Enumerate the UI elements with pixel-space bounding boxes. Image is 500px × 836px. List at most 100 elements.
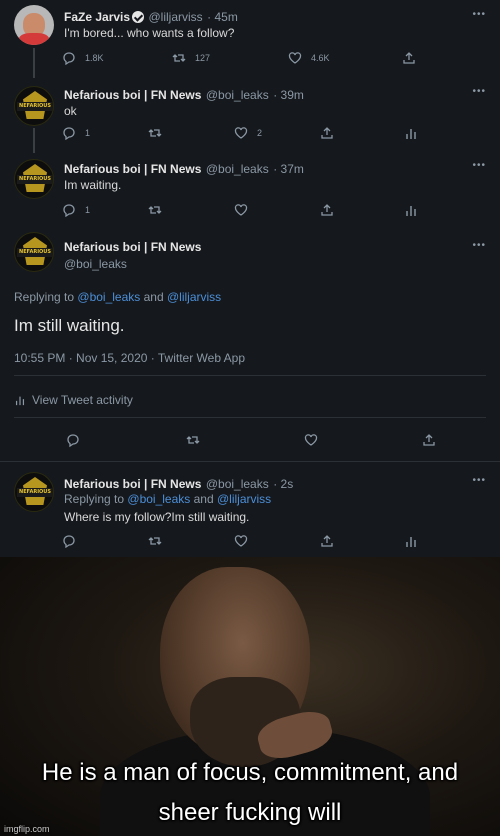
tweet-time[interactable]: · 37m xyxy=(273,162,304,176)
analytics-button[interactable] xyxy=(404,126,418,140)
retweet-button[interactable]: 127 xyxy=(172,51,210,65)
more-options-icon[interactable]: ••• xyxy=(472,86,486,97)
like-button[interactable] xyxy=(234,203,248,217)
retweet-icon xyxy=(148,203,162,217)
analytics-button[interactable] xyxy=(404,534,418,548)
tweet-actions: 1 2 xyxy=(62,126,482,142)
author-name[interactable]: Nefarious boi | FN News xyxy=(64,162,201,176)
meme-caption-line2: sheer fucking will xyxy=(158,799,342,826)
avatar-tag: NEFARIOUS xyxy=(17,248,53,257)
heart-icon xyxy=(234,126,248,140)
more-options-icon[interactable]: ••• xyxy=(472,475,486,486)
tweet-actions xyxy=(66,433,446,449)
author-name[interactable]: Nefarious boi | FN News xyxy=(64,240,201,254)
tweet-time[interactable]: · 2s xyxy=(273,477,293,491)
mention-link[interactable]: @boi_leaks xyxy=(77,290,140,304)
mention-link[interactable]: @liljarviss xyxy=(217,492,271,506)
share-button[interactable] xyxy=(320,203,334,217)
verified-badge-icon xyxy=(132,11,145,23)
author-handle[interactable]: @boi_leaks xyxy=(64,257,127,271)
meme-caption-line1: He is a man of focus, commitment, and xyxy=(41,759,459,786)
reply-icon xyxy=(62,203,76,217)
avatar-tag: NEFARIOUS xyxy=(17,102,53,111)
thread-line xyxy=(33,48,35,82)
author-handle[interactable]: @boi_leaks xyxy=(206,88,269,102)
like-button[interactable] xyxy=(234,534,248,548)
heart-icon xyxy=(234,203,248,217)
replying-to: Replying to @boi_leaks and @liljarviss xyxy=(14,290,221,304)
share-icon xyxy=(422,433,436,447)
tweet-reply-latest[interactable]: NEFARIOUS Nefarious boi | FN News @boi_l… xyxy=(0,462,500,557)
view-activity-label: View Tweet activity xyxy=(32,393,133,407)
author-handle[interactable]: @liljarviss xyxy=(149,10,203,24)
retweet-button[interactable] xyxy=(186,433,200,447)
tweet-reply-ok[interactable]: NEFARIOUS Nefarious boi | FN News @boi_l… xyxy=(0,78,500,158)
mention-link[interactable]: @boi_leaks xyxy=(127,492,190,506)
tweet-reply-waiting[interactable]: NEFARIOUS Nefarious boi | FN News @boi_l… xyxy=(0,153,500,223)
more-options-icon[interactable]: ••• xyxy=(472,160,486,171)
tweet-focused: NEFARIOUS Nefarious boi | FN News @boi_l… xyxy=(0,223,500,460)
author-name[interactable]: Nefarious boi | FN News xyxy=(64,477,201,491)
heart-icon xyxy=(304,433,318,447)
share-button[interactable] xyxy=(320,534,334,548)
like-button[interactable]: 2 xyxy=(234,126,262,140)
tweet-text: ok xyxy=(64,104,77,118)
avatar[interactable] xyxy=(14,5,54,45)
tweet-timestamp[interactable]: 10:55 PM · Nov 15, 2020 · Twitter Web Ap… xyxy=(14,351,245,365)
reply-count: 1 xyxy=(85,128,91,138)
retweet-button[interactable] xyxy=(148,534,162,548)
like-button[interactable] xyxy=(304,433,318,447)
more-options-icon[interactable]: ••• xyxy=(472,9,486,20)
replying-and: and xyxy=(143,290,164,304)
author-name[interactable]: FaZe Jarvis xyxy=(64,10,130,24)
analytics-icon xyxy=(404,203,418,217)
avatar[interactable]: NEFARIOUS xyxy=(14,232,54,272)
retweet-count: 127 xyxy=(195,53,211,63)
tweet-actions: 1.8K 127 4.6K xyxy=(62,51,482,67)
reply-icon xyxy=(62,126,76,140)
tweet-text: I'm bored... who wants a follow? xyxy=(64,26,235,40)
share-icon xyxy=(320,126,334,140)
tweet-text: Where is my follow?Im still waiting. xyxy=(64,510,250,524)
avatar-tag: NEFARIOUS xyxy=(17,175,53,184)
view-tweet-activity[interactable]: View Tweet activity xyxy=(14,393,133,407)
share-icon xyxy=(320,203,334,217)
retweet-icon xyxy=(186,433,200,447)
tweet-text: Im waiting. xyxy=(64,178,122,192)
author-handle[interactable]: @boi_leaks xyxy=(206,477,269,491)
reply-button[interactable]: 1 xyxy=(62,203,90,217)
reply-button[interactable]: 1.8K xyxy=(62,51,104,65)
tweet-faze-jarvis[interactable]: FaZe Jarvis @liljarviss · 45m ••• I'm bo… xyxy=(0,0,500,82)
replying-prefix: Replying to xyxy=(64,492,125,506)
author-handle[interactable]: @boi_leaks xyxy=(206,162,269,176)
avatar[interactable]: NEFARIOUS xyxy=(14,472,54,512)
tweet-actions: 1 xyxy=(62,203,482,219)
tweet-time[interactable]: · 39m xyxy=(273,88,304,102)
tweet-time[interactable]: · 45m xyxy=(207,10,238,24)
retweet-button[interactable] xyxy=(148,203,162,217)
mention-link[interactable]: @liljarviss xyxy=(167,290,221,304)
reply-count: 1.8K xyxy=(85,53,104,63)
more-options-icon[interactable]: ••• xyxy=(472,240,486,251)
share-button[interactable] xyxy=(422,433,436,447)
replying-to: Replying to @boi_leaks and @liljarviss xyxy=(64,492,271,506)
reply-count: 1 xyxy=(85,205,91,215)
retweet-button[interactable] xyxy=(148,126,162,140)
share-icon xyxy=(402,51,416,65)
heart-icon xyxy=(288,51,302,65)
avatar[interactable]: NEFARIOUS xyxy=(14,86,54,126)
like-count: 2 xyxy=(257,128,263,138)
avatar[interactable]: NEFARIOUS xyxy=(14,159,54,199)
share-button[interactable] xyxy=(402,51,416,65)
replying-and: and xyxy=(193,492,214,506)
reply-button[interactable] xyxy=(66,433,80,448)
share-button[interactable] xyxy=(320,126,334,140)
analytics-icon xyxy=(404,534,418,548)
reply-button[interactable]: 1 xyxy=(62,126,90,140)
reply-button[interactable] xyxy=(62,534,76,548)
meme-image: He is a man of focus, commitment, and sh… xyxy=(0,557,500,836)
analytics-button[interactable] xyxy=(404,203,418,217)
analytics-icon xyxy=(404,126,418,140)
like-button[interactable]: 4.6K xyxy=(288,51,330,65)
author-name[interactable]: Nefarious boi | FN News xyxy=(64,88,201,102)
